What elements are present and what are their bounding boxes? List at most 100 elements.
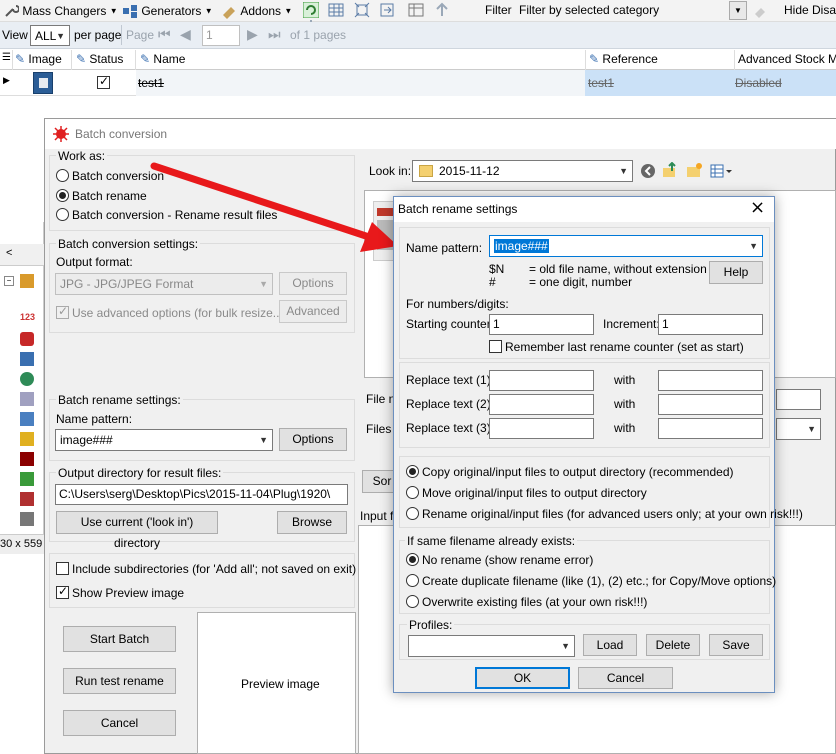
duplicate-label[interactable]: Create duplicate filename (like (1), (2)… (422, 574, 776, 588)
refresh-icon[interactable] (303, 2, 319, 18)
rename-files-label[interactable]: Rename original/input files (for advance… (422, 507, 803, 521)
row-reference-cell[interactable]: test1 Disabled (585, 70, 836, 96)
remember-counter-checkbox[interactable] (489, 340, 502, 353)
output-format-label: Output format: (56, 255, 133, 269)
use-current-dir-button[interactable]: Use current ('look in') directory (56, 511, 218, 550)
chevron-down-icon: ▼ (56, 31, 65, 41)
advanced-button[interactable]: Advanced (279, 300, 347, 323)
replace-1-input[interactable] (489, 370, 594, 391)
pager-separator (121, 25, 122, 45)
copy-files-label[interactable]: Copy original/input files to output dire… (422, 465, 733, 479)
files-of-type-select[interactable]: ▼ (776, 418, 821, 440)
help-button[interactable]: Help (709, 261, 763, 284)
with-2-input[interactable] (658, 394, 763, 415)
look-in-select[interactable]: 2015-11-12 ▼ (412, 160, 633, 182)
status-checkbox[interactable] (97, 74, 110, 89)
move-files-radio[interactable] (406, 486, 419, 499)
input-files-label: Input fi (360, 509, 397, 523)
rename-cancel-button[interactable]: Cancel (578, 667, 673, 689)
eraser-icon[interactable] (752, 3, 768, 19)
file-name-input[interactable] (776, 389, 821, 410)
generators-menu[interactable]: Generators ▼ (122, 3, 213, 19)
run-test-rename-button[interactable]: Run test rename (63, 668, 176, 694)
show-preview-label[interactable]: Show Preview image (72, 586, 184, 600)
start-batch-button[interactable]: Start Batch (63, 626, 176, 652)
replace-3-input[interactable] (489, 418, 594, 439)
batch-rename-radio[interactable] (56, 189, 69, 202)
save-profile-button[interactable]: Save (709, 634, 763, 656)
chevron-down-icon: ▼ (619, 166, 628, 176)
hide-disabled-toggle[interactable]: Hide Disab (784, 3, 836, 17)
chevron-down-icon: ▼ (284, 6, 293, 16)
addons-menu[interactable]: Addons ▼ (221, 3, 292, 19)
name-pattern-select[interactable]: image### ▼ (489, 235, 763, 257)
overwrite-label[interactable]: Overwrite existing files (at your own ri… (422, 595, 647, 609)
no-rename-radio[interactable] (406, 553, 419, 566)
batch-name-pattern-select[interactable]: image### ▼ (55, 429, 273, 451)
with-1-input[interactable] (658, 370, 763, 391)
starting-counter-input[interactable]: 1 (489, 314, 594, 335)
prev-page-icon[interactable]: ◀ (180, 26, 191, 43)
rename-files-radio[interactable] (406, 507, 419, 520)
row-name: test1 (138, 76, 165, 90)
with-3-input[interactable] (658, 418, 763, 439)
mass-changers-menu[interactable]: Mass Changers ▼ (3, 3, 118, 19)
show-preview-checkbox[interactable] (56, 584, 69, 599)
increment-input[interactable]: 1 (658, 314, 763, 335)
dimension-bar: 30 x 559 (0, 534, 44, 554)
arrow-up-icon[interactable] (434, 2, 450, 18)
remember-counter-label[interactable]: Remember last rename counter (set as sta… (505, 340, 744, 354)
rename-options-button[interactable]: Options (279, 428, 347, 451)
view-select[interactable]: ALL ▼ (30, 25, 70, 46)
row-name-cell[interactable]: test1 (136, 70, 585, 96)
up-folder-icon[interactable] (662, 162, 678, 178)
new-folder-icon[interactable] (686, 162, 702, 178)
columns-icon[interactable] (408, 2, 424, 18)
with-1-label: with (614, 373, 636, 387)
page-number-input[interactable]: 1 (202, 25, 240, 46)
use-advanced-checkbox[interactable] (56, 304, 69, 319)
output-dir-input[interactable]: C:\Users\serg\Desktop\Pics\2015-11-04\Pl… (55, 484, 348, 505)
tree-icons: − 123 (4, 272, 44, 542)
batch-rename-label[interactable]: Batch rename (72, 189, 147, 203)
generator-icon (122, 3, 138, 19)
batch-conv-rename-radio[interactable] (56, 208, 69, 221)
view-menu-icon[interactable] (710, 163, 732, 179)
batch-title: Batch conversion (75, 127, 168, 141)
hint-n-desc: = old file name, without extension (529, 262, 707, 276)
include-subdirs-label[interactable]: Include subdirectories (for 'Add all'; n… (72, 562, 356, 576)
duplicate-radio[interactable] (406, 574, 419, 587)
profiles-label: Profiles: (407, 618, 455, 632)
last-page-icon[interactable]: ⏭ (268, 26, 281, 43)
app-logo-icon (53, 126, 69, 145)
filter-dropdown-button[interactable]: ▼ (729, 1, 747, 20)
back-icon[interactable] (640, 163, 656, 179)
browse-button[interactable]: Browse (277, 511, 347, 534)
cancel-batch-button[interactable]: Cancel (63, 710, 176, 736)
output-format-select[interactable]: JPG - JPG/JPEG Format ▼ (55, 273, 273, 295)
page-label: Page (126, 28, 155, 42)
ok-button[interactable]: OK (475, 667, 570, 689)
scroll-left-icon[interactable]: < (6, 247, 12, 259)
overwrite-radio[interactable] (406, 595, 419, 608)
next-page-icon[interactable]: ▶ (247, 26, 258, 43)
batch-conversion-radio[interactable] (56, 169, 69, 182)
format-options-button[interactable]: Options (279, 272, 347, 295)
batch-title-bar: Batch conversion (45, 119, 836, 149)
replace-2-input[interactable] (489, 394, 594, 415)
include-subdirs-checkbox[interactable] (56, 562, 69, 575)
export-icon[interactable] (379, 2, 395, 18)
first-page-icon[interactable]: ⏮ (158, 26, 171, 43)
grid-icon[interactable] (328, 2, 344, 18)
red-arrow-annotation (150, 162, 398, 252)
load-profile-button[interactable]: Load (583, 634, 637, 656)
delete-profile-button[interactable]: Delete (646, 634, 700, 656)
filter-value[interactable]: Filter by selected category (519, 3, 659, 17)
move-files-label[interactable]: Move original/input files to output dire… (422, 486, 647, 500)
copy-files-radio[interactable] (406, 465, 419, 478)
no-rename-label[interactable]: No rename (show rename error) (422, 553, 593, 567)
expand-icon[interactable] (354, 2, 370, 18)
table-row[interactable]: ▶ test1 test1 Disabled (0, 70, 836, 96)
profiles-select[interactable]: ▼ (408, 635, 575, 657)
close-icon[interactable]: × (750, 197, 765, 218)
